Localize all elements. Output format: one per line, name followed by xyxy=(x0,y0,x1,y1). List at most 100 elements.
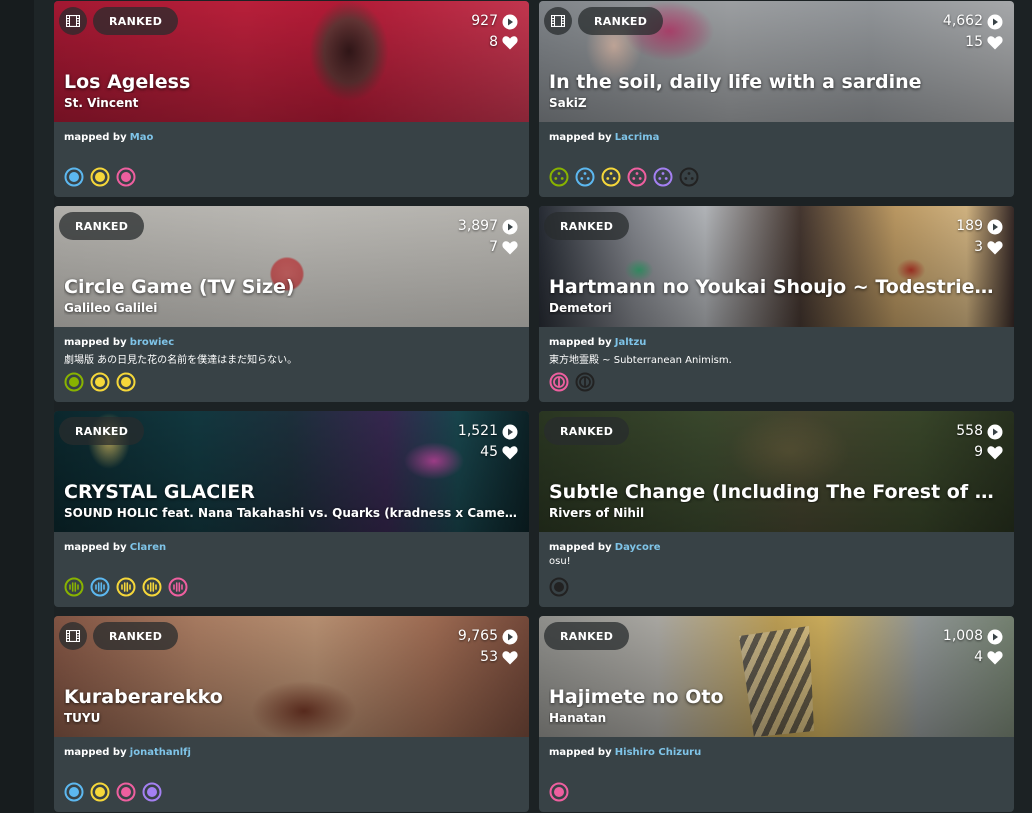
mapped-by-label: mapped by xyxy=(64,542,127,553)
beatmap-source: 劇場版 あの日見た花の名前を僕達はまだ知らない。 xyxy=(64,355,298,366)
beatmap-artist: SOUND HOLIC feat. Nana Takahashi vs. Qua… xyxy=(64,506,519,520)
status-badge: RANKED xyxy=(59,212,145,240)
beatmap-title[interactable]: Hartmann no Youkai Shoujo ~ Todestrieb u… xyxy=(549,276,1004,298)
favourite-count: 3 xyxy=(974,239,983,255)
beatmap-title[interactable]: Los Ageless xyxy=(64,71,519,93)
difficulty-osu-icon[interactable] xyxy=(116,372,136,392)
mapper-link[interactable]: Hishiro Chizuru xyxy=(615,747,701,758)
play-icon xyxy=(502,219,518,234)
mapped-by-label: mapped by xyxy=(64,132,127,143)
difficulty-mania-icon[interactable] xyxy=(168,577,188,597)
beatmap-card[interactable]: RANKED 1,521 45 CRYSTAL GLACIER SOUND HO… xyxy=(54,411,529,607)
play-icon xyxy=(987,14,1003,29)
beatmap-title[interactable]: Circle Game (TV Size) xyxy=(64,276,519,298)
beatmap-title[interactable]: In the soil, daily life with a sardine xyxy=(549,71,1004,93)
mapped-by-label: mapped by xyxy=(549,542,612,553)
favourite-count: 15 xyxy=(965,34,983,50)
beatmap-source: osu! xyxy=(549,556,571,567)
difficulty-mania-icon[interactable] xyxy=(64,577,84,597)
beatmap-card[interactable]: RANKED 4,662 15 In the soil, daily life … xyxy=(539,1,1014,197)
difficulty-osu-icon[interactable] xyxy=(142,782,162,802)
beatmap-cover[interactable]: RANKED 3,897 7 Circle Game (TV Size) Gal… xyxy=(54,206,529,327)
difficulty-mania-icon[interactable] xyxy=(90,577,110,597)
difficulty-osu-icon[interactable] xyxy=(549,167,569,187)
mapper-link[interactable]: Daycore xyxy=(615,542,661,553)
difficulty-list xyxy=(64,167,136,187)
play-count: 189 xyxy=(956,218,983,234)
difficulty-taiko-icon[interactable] xyxy=(575,372,595,392)
difficulty-mania-icon[interactable] xyxy=(142,577,162,597)
video-icon xyxy=(544,7,572,35)
difficulty-osu-icon[interactable] xyxy=(679,167,699,187)
difficulty-osu-icon[interactable] xyxy=(90,167,110,187)
mapper-link[interactable]: jonathanlfj xyxy=(130,747,191,758)
favourite-count: 9 xyxy=(974,444,983,460)
play-count: 927 xyxy=(471,13,498,29)
difficulty-list xyxy=(549,782,569,802)
difficulty-osu-icon[interactable] xyxy=(549,577,569,597)
beatmap-card[interactable]: RANKED 9,765 53 Kuraberarekko TUYU mappe… xyxy=(54,616,529,812)
beatmap-card[interactable]: RANKED 558 9 Subtle Change (Including Th… xyxy=(539,411,1014,607)
difficulty-osu-icon[interactable] xyxy=(601,167,621,187)
difficulty-mania-icon[interactable] xyxy=(116,577,136,597)
beatmap-cover[interactable]: RANKED 4,662 15 In the soil, daily life … xyxy=(539,1,1014,122)
difficulty-osu-icon[interactable] xyxy=(64,782,84,802)
play-icon xyxy=(987,424,1003,439)
play-icon xyxy=(502,629,518,644)
favourite-count: 4 xyxy=(974,649,983,665)
difficulty-osu-icon[interactable] xyxy=(653,167,673,187)
mapper-link[interactable]: Jaltzu xyxy=(615,337,647,348)
beatmap-card[interactable]: RANKED 189 3 Hartmann no Youkai Shoujo ~… xyxy=(539,206,1014,402)
beatmap-artist: TUYU xyxy=(64,711,101,725)
difficulty-osu-icon[interactable] xyxy=(90,782,110,802)
beatmap-cover[interactable]: RANKED 1,008 4 Hajimete no Oto Hanatan xyxy=(539,616,1014,737)
beatmap-card[interactable]: RANKED 1,008 4 Hajimete no Oto Hanatan m… xyxy=(539,616,1014,812)
difficulty-list xyxy=(549,372,595,392)
mapper-link[interactable]: Claren xyxy=(130,542,166,553)
mapper-link[interactable]: browiec xyxy=(130,337,174,348)
beatmap-card[interactable]: RANKED 3,897 7 Circle Game (TV Size) Gal… xyxy=(54,206,529,402)
mapper-link[interactable]: Mao xyxy=(130,132,154,143)
beatmap-cover[interactable]: RANKED 927 8 Los Ageless St. Vincent xyxy=(54,1,529,122)
beatmap-cover[interactable]: RANKED 9,765 53 Kuraberarekko TUYU xyxy=(54,616,529,737)
beatmap-title[interactable]: Subtle Change (Including The Forest of T… xyxy=(549,481,1004,503)
difficulty-osu-icon[interactable] xyxy=(575,167,595,187)
play-count: 1,521 xyxy=(457,423,498,439)
beatmap-title[interactable]: Hajimete no Oto xyxy=(549,686,1004,708)
difficulty-osu-icon[interactable] xyxy=(116,167,136,187)
status-badge: RANKED xyxy=(93,622,179,650)
mapper-link[interactable]: Lacrima xyxy=(615,132,660,143)
play-count: 4,662 xyxy=(942,13,983,29)
beatmap-title[interactable]: CRYSTAL GLACIER xyxy=(64,481,519,503)
beatmap-cover[interactable]: RANKED 1,521 45 CRYSTAL GLACIER SOUND HO… xyxy=(54,411,529,532)
mapped-by-label: mapped by xyxy=(549,132,612,143)
difficulty-osu-icon[interactable] xyxy=(116,782,136,802)
beatmap-card[interactable]: RANKED 927 8 Los Ageless St. Vincent map… xyxy=(54,1,529,197)
difficulty-osu-icon[interactable] xyxy=(64,372,84,392)
difficulty-list xyxy=(549,167,699,187)
difficulty-osu-icon[interactable] xyxy=(549,782,569,802)
beatmap-artist: St. Vincent xyxy=(64,96,139,110)
beatmap-title[interactable]: Kuraberarekko xyxy=(64,686,519,708)
mapped-by-label: mapped by xyxy=(64,747,127,758)
beatmap-cover[interactable]: RANKED 558 9 Subtle Change (Including Th… xyxy=(539,411,1014,532)
play-icon xyxy=(987,629,1003,644)
difficulty-osu-icon[interactable] xyxy=(627,167,647,187)
beatmap-artist: Demetori xyxy=(549,301,612,315)
video-icon xyxy=(59,622,87,650)
mapped-by-label: mapped by xyxy=(549,747,612,758)
mapped-by-label: mapped by xyxy=(64,337,127,348)
beatmap-artist: Rivers of Nihil xyxy=(549,506,645,520)
status-badge: RANKED xyxy=(544,212,630,240)
heart-icon xyxy=(502,241,518,255)
difficulty-osu-icon[interactable] xyxy=(64,167,84,187)
status-badge: RANKED xyxy=(544,417,630,445)
difficulty-osu-icon[interactable] xyxy=(90,372,110,392)
status-badge: RANKED xyxy=(544,622,630,650)
difficulty-taiko-icon[interactable] xyxy=(549,372,569,392)
beatmap-source: 東方地霊殿 ~ Subterranean Animism. xyxy=(549,355,732,366)
difficulty-list xyxy=(64,782,162,802)
difficulty-list xyxy=(64,372,136,392)
beatmap-cover[interactable]: RANKED 189 3 Hartmann no Youkai Shoujo ~… xyxy=(539,206,1014,327)
play-icon xyxy=(502,424,518,439)
